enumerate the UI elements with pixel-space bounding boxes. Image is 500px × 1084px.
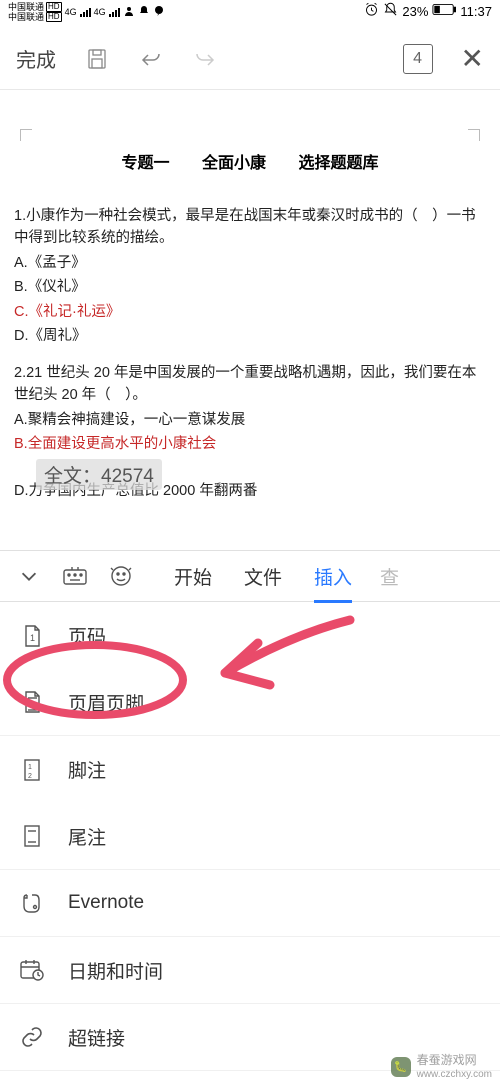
page-number-button[interactable]: 4	[403, 44, 433, 74]
menu-evernote[interactable]: Evernote	[0, 870, 500, 937]
watermark-logo-icon: 🐛	[391, 1057, 411, 1077]
battery-pct: 23%	[402, 4, 428, 19]
tab-insert[interactable]: 插入	[314, 563, 352, 590]
bell-icon	[138, 5, 150, 20]
status-bar: 中国联通 HD 中国联通 HD 4G 4G 23% 11:37	[0, 0, 500, 28]
menu-datetime[interactable]: 日期和时间	[0, 937, 500, 1004]
menu-header-footer[interactable]: 页眉页脚	[0, 669, 500, 736]
net-type: 4G	[65, 7, 77, 17]
bottom-panel: 开始 文件 插入 查 1 页码 页眉页脚 12 脚注 尾注 Evernote 日…	[0, 550, 500, 1084]
signal-icon	[80, 8, 91, 17]
carrier-1: 中国联通	[8, 3, 44, 12]
undo-icon[interactable]	[138, 46, 164, 72]
signal-icon-2	[109, 8, 120, 17]
menu-footnote[interactable]: 12 脚注	[0, 736, 500, 803]
doc-body[interactable]: 1.小康作为一种社会模式，最早是在战国末年或秦汉时成书的（ ）一书中得到比较系统…	[14, 205, 486, 502]
word-count-overlay: 全文：42574	[36, 459, 162, 490]
mute-icon	[383, 2, 398, 20]
endnote-icon	[18, 822, 46, 850]
carrier-2: 中国联通	[8, 13, 44, 22]
collapse-icon[interactable]	[6, 565, 52, 587]
tab-start[interactable]: 开始	[174, 563, 212, 590]
document-area[interactable]: 专题一 全面小康 选择题题库 1.小康作为一种社会模式，最早是在战国末年或秦汉时…	[0, 90, 500, 550]
insert-menu: 1 页码 页眉页脚 12 脚注 尾注 Evernote 日期和时间 超链接	[0, 602, 500, 1071]
alarm-icon	[364, 2, 379, 20]
datetime-icon	[18, 956, 46, 984]
menu-page-number[interactable]: 1 页码	[0, 602, 500, 669]
assistant-icon[interactable]	[98, 564, 144, 588]
link-icon	[18, 1023, 46, 1051]
top-toolbar: 完成 4 ✕	[0, 28, 500, 90]
close-icon[interactable]: ✕	[461, 42, 484, 75]
menu-endnote[interactable]: 尾注	[0, 803, 500, 870]
header-footer-icon	[18, 688, 46, 716]
clock: 11:37	[460, 4, 492, 19]
doc-title: 专题一 全面小康 选择题题库	[14, 149, 486, 173]
hd-badge: HD	[46, 2, 62, 12]
svg-text:1: 1	[28, 764, 32, 771]
svg-text:2: 2	[28, 773, 32, 780]
crop-mark-icon	[20, 129, 32, 141]
tab-file[interactable]: 文件	[244, 563, 282, 590]
net-type-2: 4G	[94, 7, 106, 17]
battery-icon	[432, 3, 456, 19]
tab-peek[interactable]: 查	[380, 563, 399, 590]
watermark: 🐛 春蚕游戏网www.czchxy.com	[391, 1054, 492, 1080]
chat-icon	[153, 5, 165, 20]
done-button[interactable]: 完成	[16, 44, 56, 73]
svg-text:1: 1	[30, 633, 35, 643]
page-number-icon: 1	[18, 622, 46, 650]
redo-icon[interactable]	[192, 46, 218, 72]
evernote-icon	[18, 889, 46, 917]
save-icon[interactable]	[84, 46, 110, 72]
person-icon	[123, 5, 135, 20]
panel-tabs: 开始 文件 插入 查	[0, 550, 500, 602]
hd-badge: HD	[46, 12, 62, 22]
keyboard-icon[interactable]	[52, 565, 98, 587]
crop-mark-icon	[468, 129, 480, 141]
footnote-icon: 12	[18, 756, 46, 784]
